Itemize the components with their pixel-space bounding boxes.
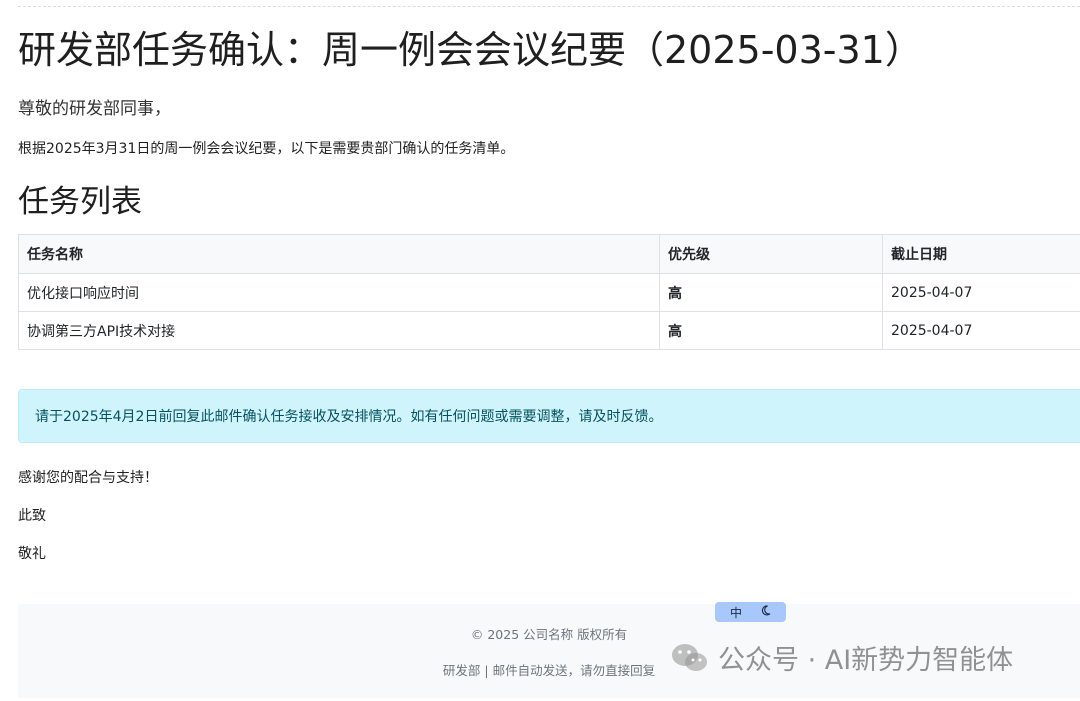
task-name-cell: 协调第三方API技术对接 [18, 311, 660, 350]
closing-line-2: 敬礼 [18, 546, 46, 562]
due-date-cell: 2025-04-07 [882, 311, 1080, 350]
intro-text: 根据2025年3月31日的周一例会会议纪要，以下是需要贵部门确认的任务清单。 [18, 141, 515, 157]
top-divider [18, 0, 1080, 7]
task-section-title: 任务列表 [18, 184, 142, 220]
moon-icon[interactable] [760, 605, 771, 619]
priority-cell: 高 [659, 311, 883, 350]
closing-thanks: 感谢您的配合与支持！ [18, 470, 158, 486]
column-header-due-date: 截止日期 [882, 234, 1080, 274]
column-header-priority: 优先级 [659, 234, 883, 274]
column-header-task-name: 任务名称 [18, 234, 660, 274]
wechat-icon [670, 641, 710, 675]
greeting: 尊敬的研发部同事， [18, 99, 171, 119]
priority-cell: 高 [659, 273, 883, 312]
due-date-cell: 2025-04-07 [882, 273, 1080, 312]
reply-notice-alert: 请于2025年4月2日前回复此邮件确认任务接收及安排情况。如有任何问题或需要调整… [18, 389, 1080, 443]
language-toggle-label[interactable]: 中 [730, 604, 742, 621]
language-theme-toggle[interactable]: 中 [715, 602, 786, 622]
table-row: 协调第三方API技术对接 高 2025-04-07 [18, 311, 1080, 350]
closing-line-1: 此致 [18, 508, 46, 524]
page-title: 研发部任务确认：周一例会会议纪要（2025-03-31） [18, 28, 923, 72]
task-name-cell: 优化接口响应时间 [18, 273, 660, 312]
table-row: 优化接口响应时间 高 2025-04-07 [18, 273, 1080, 312]
task-table: 任务名称 优先级 截止日期 优化接口响应时间 高 2025-04-07 协调第三… [18, 234, 1080, 350]
table-header-row: 任务名称 优先级 截止日期 [18, 234, 1080, 274]
watermark-text: 公众号 · AI新势力智能体 [718, 645, 1014, 676]
watermark: 公众号 · AI新势力智能体 [670, 638, 1013, 677]
